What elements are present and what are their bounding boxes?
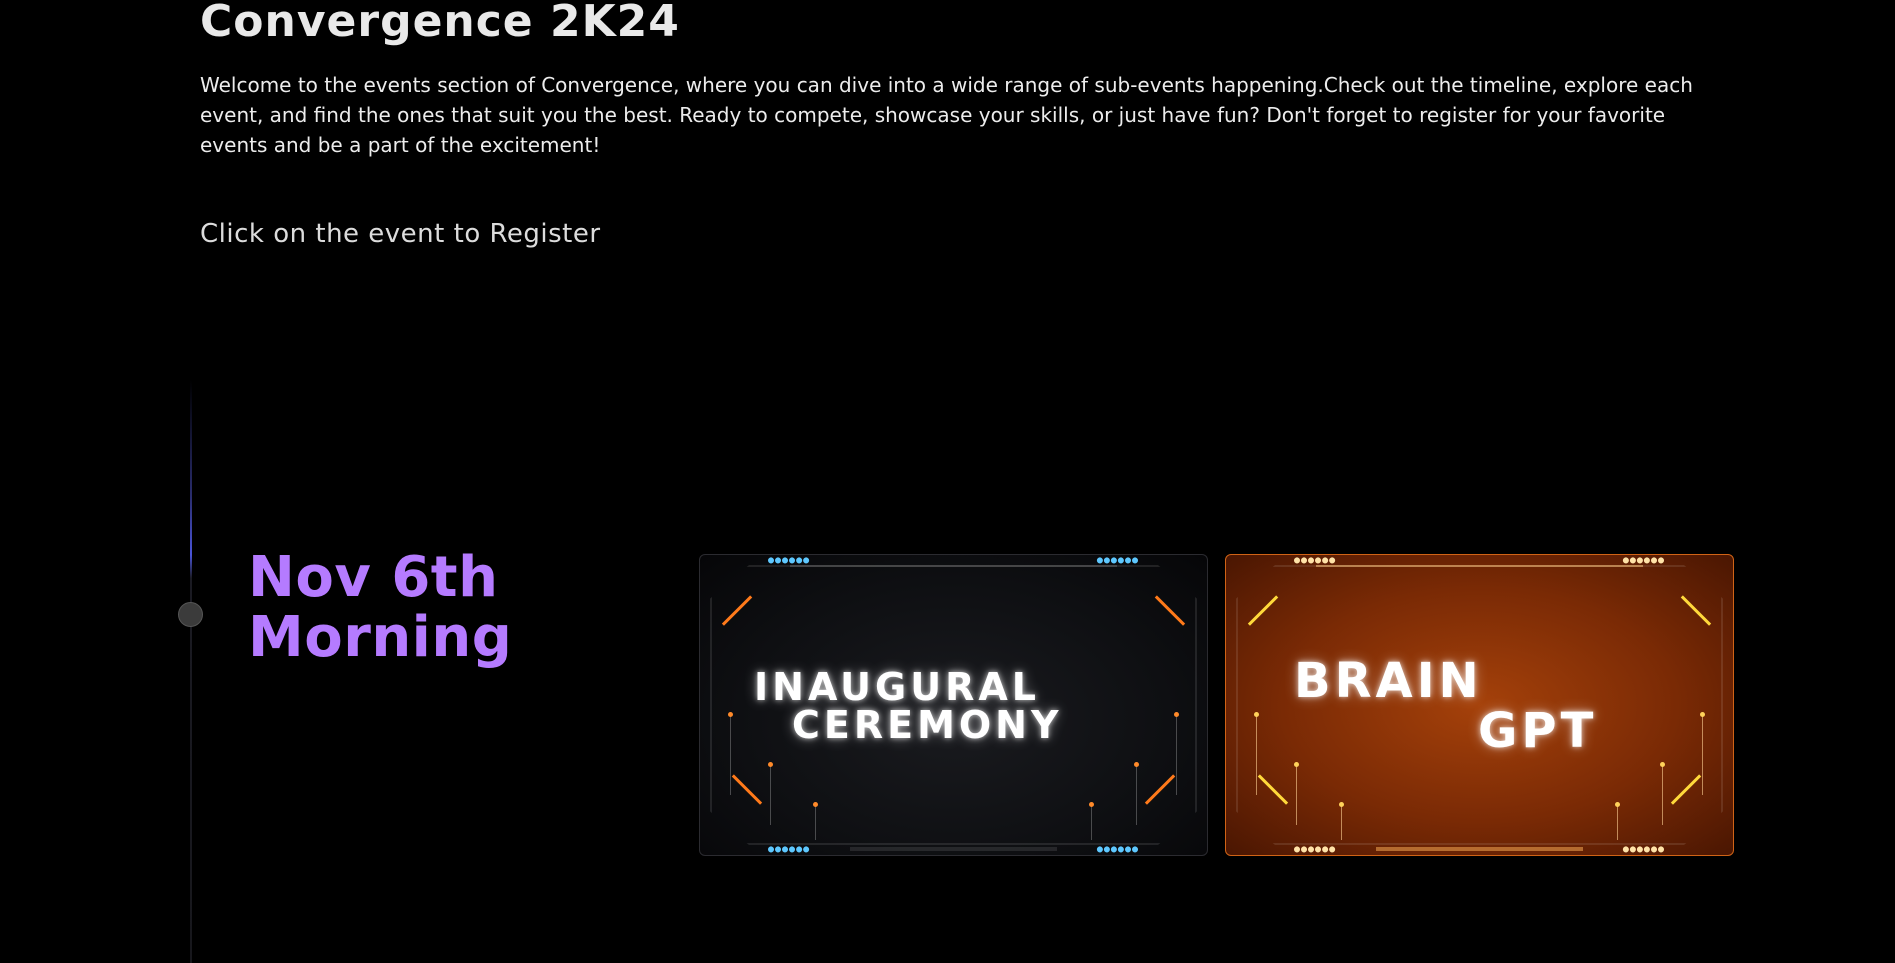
timeline-line bbox=[190, 380, 192, 963]
indicator-dots: ●●●●●● bbox=[768, 844, 811, 855]
circuit-pin bbox=[1339, 802, 1344, 840]
indicator-dots: ●●●●●● bbox=[1622, 844, 1665, 855]
event-card-brain-gpt[interactable]: ●●●●●● ●●●●●● ●●●●●● ●●●●●● BRAIN GPT bbox=[1225, 554, 1734, 856]
circuit-pin bbox=[1700, 712, 1705, 795]
timeline-date-label: Nov 6th Morning bbox=[248, 548, 512, 668]
circuit-pin bbox=[1615, 802, 1620, 840]
event-title-line-2: GPT bbox=[1478, 703, 1598, 759]
card-bottom-bar bbox=[1376, 847, 1583, 851]
indicator-dots: ●●●●●● bbox=[1622, 555, 1665, 566]
circuit-pin bbox=[768, 762, 773, 825]
indicator-dots: ●●●●●● bbox=[1294, 555, 1337, 566]
circuit-pin bbox=[1134, 762, 1139, 825]
date-line-2: Morning bbox=[248, 605, 513, 670]
event-title-line-1: BRAIN bbox=[1294, 653, 1483, 709]
circuit-pin bbox=[1174, 712, 1179, 795]
card-bottom-bar bbox=[850, 847, 1057, 851]
intro-paragraph: Welcome to the events section of Converg… bbox=[200, 73, 1693, 157]
indicator-dots: ●●●●●● bbox=[1294, 844, 1337, 855]
circuit-pin bbox=[1089, 802, 1094, 840]
events-page: Convergence 2K24 Welcome to the events s… bbox=[0, 0, 1895, 963]
date-line-1: Nov 6th bbox=[248, 545, 499, 610]
circuit-pin bbox=[1660, 762, 1665, 825]
circuit-pin bbox=[1254, 712, 1259, 795]
circuit-pin bbox=[728, 712, 733, 795]
timeline-dot bbox=[178, 602, 203, 627]
indicator-dots: ●●●●●● bbox=[1096, 844, 1139, 855]
event-card-inaugural-ceremony[interactable]: ●●●●●● ●●●●●● ●●●●●● ●●●●●● INAUGURAL CE… bbox=[699, 554, 1208, 856]
page-title: Convergence 2K24 bbox=[200, 0, 680, 47]
register-hint: Click on the event to Register bbox=[200, 219, 601, 249]
event-title-line-2: CEREMONY bbox=[792, 703, 1063, 747]
indicator-dots: ●●●●●● bbox=[768, 555, 811, 566]
circuit-pin bbox=[1294, 762, 1299, 825]
indicator-dots: ●●●●●● bbox=[1096, 555, 1139, 566]
circuit-pin bbox=[813, 802, 818, 840]
